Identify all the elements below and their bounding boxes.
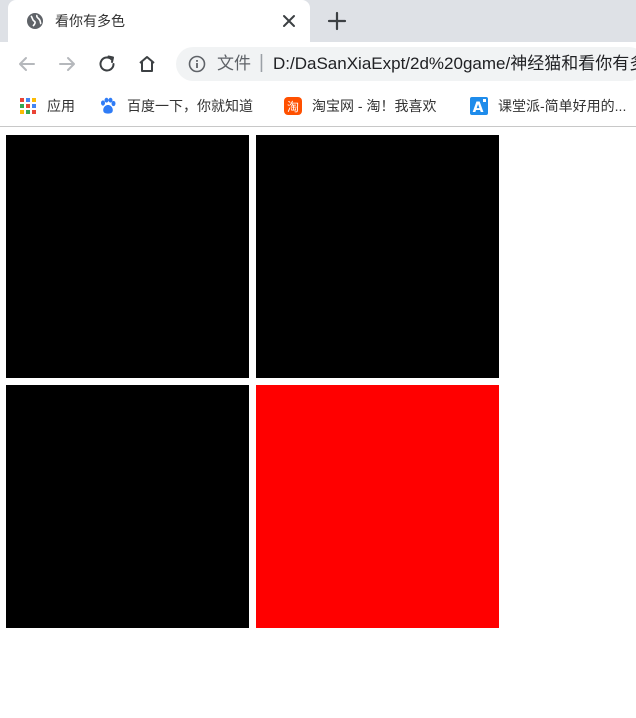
bookmark-label: 淘宝网 - 淘！我喜欢 bbox=[312, 98, 437, 114]
tab-active[interactable]: 看你有多色 bbox=[8, 0, 310, 42]
page-content bbox=[0, 127, 636, 718]
odd-color-tile[interactable] bbox=[256, 385, 499, 628]
url-separator: | bbox=[259, 52, 264, 73]
svg-text:淘: 淘 bbox=[287, 100, 299, 114]
close-icon[interactable] bbox=[280, 12, 298, 30]
color-tile[interactable] bbox=[256, 135, 499, 378]
svg-text:A: A bbox=[473, 100, 484, 115]
tab-title: 看你有多色 bbox=[55, 13, 125, 29]
color-tile[interactable] bbox=[6, 385, 249, 628]
color-tile[interactable] bbox=[6, 135, 249, 378]
arrow-right-icon[interactable] bbox=[56, 53, 78, 75]
ketangpai-icon: A bbox=[470, 97, 488, 115]
url-scheme-label: 文件 bbox=[217, 54, 251, 73]
url-text[interactable]: D:/DaSanXiaExpt/2d%20game/神经猫和看你有多色 bbox=[273, 54, 636, 74]
browser-window: 看你有多色 文件 | D:/DaSanXiaExpt/2d%20game/神经猫… bbox=[0, 0, 636, 718]
bookmarks-bar: 应用 百度一下，你就知道 淘 淘宝网 - 淘！我喜欢 A 课堂派-简单好用的..… bbox=[0, 86, 636, 127]
globe-icon bbox=[27, 13, 43, 29]
bookmark-label: 应用 bbox=[47, 98, 75, 114]
address-bar[interactable]: 文件 | D:/DaSanXiaExpt/2d%20game/神经猫和看你有多色 bbox=[176, 47, 636, 81]
info-icon[interactable] bbox=[188, 55, 206, 73]
home-icon[interactable] bbox=[136, 53, 158, 75]
baidu-paw-icon bbox=[101, 97, 116, 114]
arrow-left-icon[interactable] bbox=[16, 53, 38, 75]
bookmark-label: 百度一下，你就知道 bbox=[127, 98, 253, 114]
tab-strip: 看你有多色 bbox=[0, 0, 636, 42]
new-tab-plus-icon[interactable] bbox=[326, 10, 348, 32]
apps-grid-icon bbox=[20, 98, 36, 114]
bookmark-label: 课堂派-简单好用的... bbox=[498, 98, 627, 114]
reload-icon[interactable] bbox=[96, 53, 118, 75]
toolbar: 文件 | D:/DaSanXiaExpt/2d%20game/神经猫和看你有多色 bbox=[0, 42, 636, 86]
taobao-icon: 淘 bbox=[284, 97, 302, 115]
